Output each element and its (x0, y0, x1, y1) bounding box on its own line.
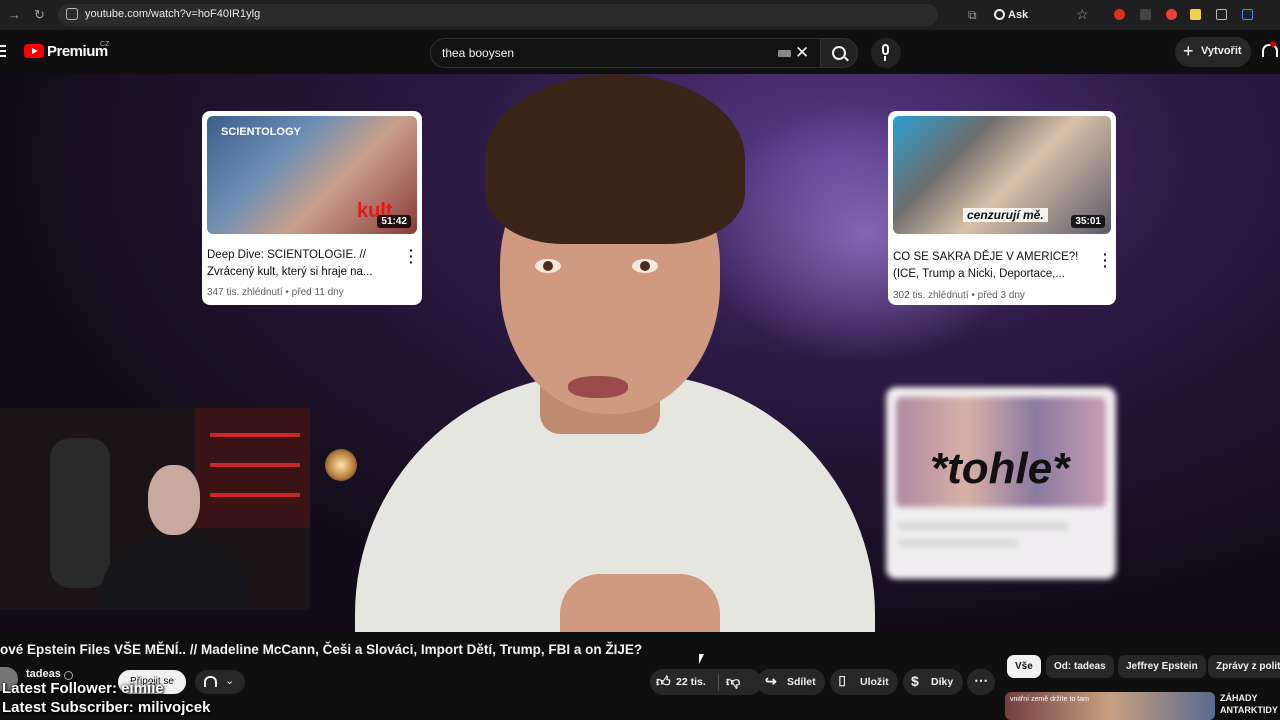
presenter-eye (632, 259, 658, 273)
bell-icon (204, 676, 217, 687)
presenter-hand (560, 574, 720, 632)
end-card-title[interactable]: Deep Dive: SCIENTOLOGIE. // Zvrácený kul… (207, 247, 397, 281)
youtube-header: Premium CZ thea booysen ✕ + Vytvořit (0, 30, 1280, 74)
more-options-icon[interactable]: · · · (1103, 247, 1108, 273)
chip-topic[interactable]: Zprávy z politi (1208, 655, 1280, 678)
keyboard-icon[interactable] (778, 50, 791, 57)
menu-icon[interactable] (0, 45, 6, 60)
overlay-caption: *tohle* (930, 444, 1070, 493)
extension-icon[interactable] (1114, 9, 1125, 20)
microphone-icon (882, 44, 889, 55)
thanks-button[interactable]: $ Díky (903, 669, 963, 695)
youtube-logo-icon[interactable] (24, 44, 44, 58)
view-count: 302 tis. zhlédnutí (893, 290, 969, 301)
latest-follower-overlay: Latest Follower: eimiie (2, 680, 164, 697)
streamer-webcam (0, 408, 310, 610)
chip-from-channel[interactable]: Od: tadeas (1046, 655, 1114, 678)
duration-badge: 51:42 (377, 215, 411, 228)
chip-all[interactable]: Vše (1007, 655, 1041, 678)
upload-age: před 3 dny (977, 290, 1025, 301)
subscription-bell-button[interactable]: ⌄ (195, 670, 245, 694)
more-options-icon[interactable]: · · · (409, 243, 414, 269)
plus-icon: + (1183, 41, 1194, 61)
chip-topic[interactable]: Jeffrey Epstein (1118, 655, 1206, 678)
cast-icon[interactable]: ⧉ (968, 8, 977, 23)
mouse-cursor (699, 654, 704, 664)
presenter-eye (535, 259, 561, 273)
extensions-puzzle-icon[interactable] (1242, 9, 1253, 20)
logo-text[interactable]: Premium (47, 43, 108, 60)
like-count[interactable]: 22 tis. (676, 676, 706, 688)
save-button[interactable]: ⌷ Uložit (830, 669, 898, 695)
share-button[interactable]: ↪ Sdílet (757, 669, 825, 695)
end-card-thumbnail[interactable]: cenzurují mě. 35:01 (893, 116, 1111, 234)
like-icon[interactable]: 👍︎ (656, 673, 671, 690)
end-card-title[interactable]: CO SE SAKRA DĚJE V AMERICE?! (ICE, Trump… (893, 249, 1083, 283)
lamp (325, 449, 357, 481)
clear-search-icon[interactable]: ✕ (795, 43, 809, 63)
forward-icon[interactable]: → (8, 7, 21, 22)
presenter-hair (485, 74, 745, 244)
end-card-thumbnail[interactable]: SCIENTOLOGY kult 51:42 (207, 116, 417, 234)
extension-icon[interactable] (1140, 9, 1151, 20)
reload-icon[interactable]: ↻ (34, 7, 45, 23)
latest-subscriber-overlay: Latest Subscriber: milivojcek (2, 699, 211, 716)
dislike-icon[interactable]: 👎︎ (726, 673, 740, 690)
more-horizontal-icon: ⋯ (974, 672, 988, 688)
google-lens-icon (994, 9, 1005, 20)
site-info-icon[interactable] (66, 8, 78, 20)
create-label: Vytvořit (1201, 45, 1242, 57)
thumbnail-text: SCIENTOLOGY (221, 126, 301, 138)
voice-search-button[interactable] (871, 38, 901, 68)
address-bar[interactable]: youtube.com/watch?v=hoF40IR1ylg (58, 4, 938, 26)
share-label: Sdílet (787, 676, 816, 688)
related-video-title[interactable]: ZÁHADY ANTARKTIDY (1220, 692, 1280, 716)
channel-name[interactable]: tadeas (26, 668, 61, 680)
create-button[interactable]: + Vytvořit (1175, 37, 1251, 67)
browser-toolbar: → ↻ youtube.com/watch?v=hoF40IR1ylg ⧉ As… (0, 0, 1280, 41)
thanks-label: Díky (931, 676, 954, 688)
like-dislike-group: 👍︎ 22 tis. 👎︎ (650, 669, 762, 695)
bookmark-star-icon[interactable]: ☆ (1076, 6, 1089, 23)
extension-icon[interactable] (1216, 9, 1227, 20)
view-count: 347 tis. zhlédnutí (207, 287, 283, 298)
bookmark-icon: ⌷ (838, 673, 847, 689)
end-card-video[interactable]: cenzurují mě. 35:01 CO SE SAKRA DĚJE V A… (888, 111, 1116, 305)
duration-badge: 35:01 (1071, 215, 1105, 228)
thumbnail-text: vnitřní země držíte to tam (1010, 696, 1089, 703)
search-query: thea booysen (442, 46, 515, 60)
search-icon (832, 46, 846, 60)
upload-age: před 11 dny (291, 287, 344, 298)
share-icon: ↪ (765, 673, 777, 689)
chevron-down-icon: ⌄ (225, 675, 235, 687)
extension-icon[interactable] (1166, 9, 1177, 20)
search-input[interactable]: thea booysen ✕ (430, 38, 820, 68)
search-button[interactable] (820, 38, 858, 68)
verified-icon (64, 671, 73, 680)
save-label: Uložit (860, 676, 889, 688)
video-title: ové Epstein Files VŠE MĚNÍ.. // Madeline… (0, 642, 643, 657)
streamer-face (148, 465, 200, 535)
thanks-icon: $ (911, 673, 919, 689)
url-text: youtube.com/watch?v=hoF40IR1ylg (85, 8, 261, 20)
end-card-meta: 302 tis. zhlédnutí • před 3 dny (893, 290, 1025, 301)
end-card-meta: 347 tis. zhlédnutí • před 11 dny (207, 287, 344, 298)
notification-badge (1270, 41, 1276, 47)
more-actions-button[interactable]: ⋯ (967, 669, 995, 695)
extension-icon[interactable] (1190, 9, 1201, 20)
thumbnail-text: cenzurují mě. (963, 208, 1048, 222)
end-card-video[interactable]: SCIENTOLOGY kult 51:42 Deep Dive: SCIENT… (202, 111, 422, 305)
ask-google-button[interactable]: Ask Google (994, 5, 1068, 41)
logo-country: CZ (100, 41, 110, 48)
